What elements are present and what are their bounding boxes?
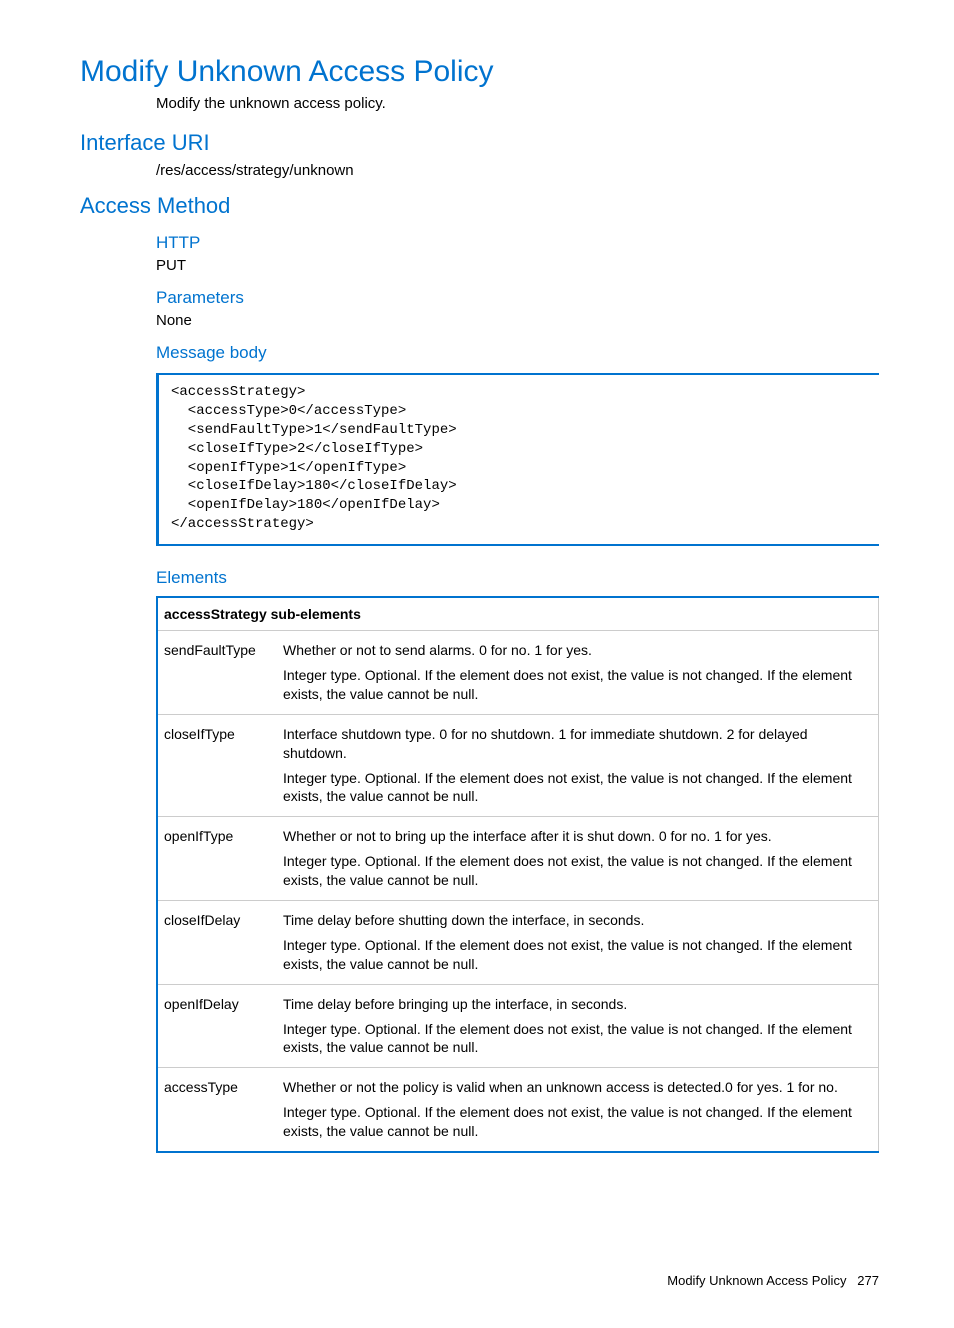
parameters-value: None — [156, 312, 879, 329]
element-name: openIfDelay — [157, 984, 277, 1068]
elements-table-header: accessStrategy sub-elements — [157, 597, 879, 631]
message-body-code: <accessStrategy> <accessType>0</accessTy… — [156, 373, 879, 546]
element-desc: Whether or not to send alarms. 0 for no.… — [277, 631, 879, 715]
table-row: accessType Whether or not the policy is … — [157, 1068, 879, 1152]
table-row: openIfType Whether or not to bring up th… — [157, 817, 879, 901]
element-name: closeIfDelay — [157, 901, 277, 985]
table-row: closeIfDelay Time delay before shutting … — [157, 901, 879, 985]
element-desc: Whether or not the policy is valid when … — [277, 1068, 879, 1152]
elements-table: accessStrategy sub-elements sendFaultTyp… — [156, 596, 879, 1153]
interface-uri-value: /res/access/strategy/unknown — [156, 162, 879, 179]
access-method-heading: Access Method — [80, 193, 879, 219]
page-footer: Modify Unknown Access Policy 277 — [80, 1273, 879, 1288]
interface-uri-heading: Interface URI — [80, 130, 879, 156]
http-value: PUT — [156, 257, 879, 274]
intro-text: Modify the unknown access policy. — [156, 95, 879, 112]
parameters-heading: Parameters — [156, 288, 879, 308]
table-row: closeIfType Interface shutdown type. 0 f… — [157, 714, 879, 817]
element-name: closeIfType — [157, 714, 277, 817]
element-desc: Interface shutdown type. 0 for no shutdo… — [277, 714, 879, 817]
message-body-heading: Message body — [156, 343, 879, 363]
element-desc: Time delay before bringing up the interf… — [277, 984, 879, 1068]
footer-page: 277 — [857, 1273, 879, 1288]
footer-label: Modify Unknown Access Policy — [667, 1273, 846, 1288]
element-name: openIfType — [157, 817, 277, 901]
http-heading: HTTP — [156, 233, 879, 253]
element-desc: Whether or not to bring up the interface… — [277, 817, 879, 901]
element-desc: Time delay before shutting down the inte… — [277, 901, 879, 985]
page-title: Modify Unknown Access Policy — [80, 55, 879, 89]
table-row: sendFaultType Whether or not to send ala… — [157, 631, 879, 715]
element-name: accessType — [157, 1068, 277, 1152]
element-name: sendFaultType — [157, 631, 277, 715]
elements-heading: Elements — [156, 568, 879, 588]
table-row: openIfDelay Time delay before bringing u… — [157, 984, 879, 1068]
